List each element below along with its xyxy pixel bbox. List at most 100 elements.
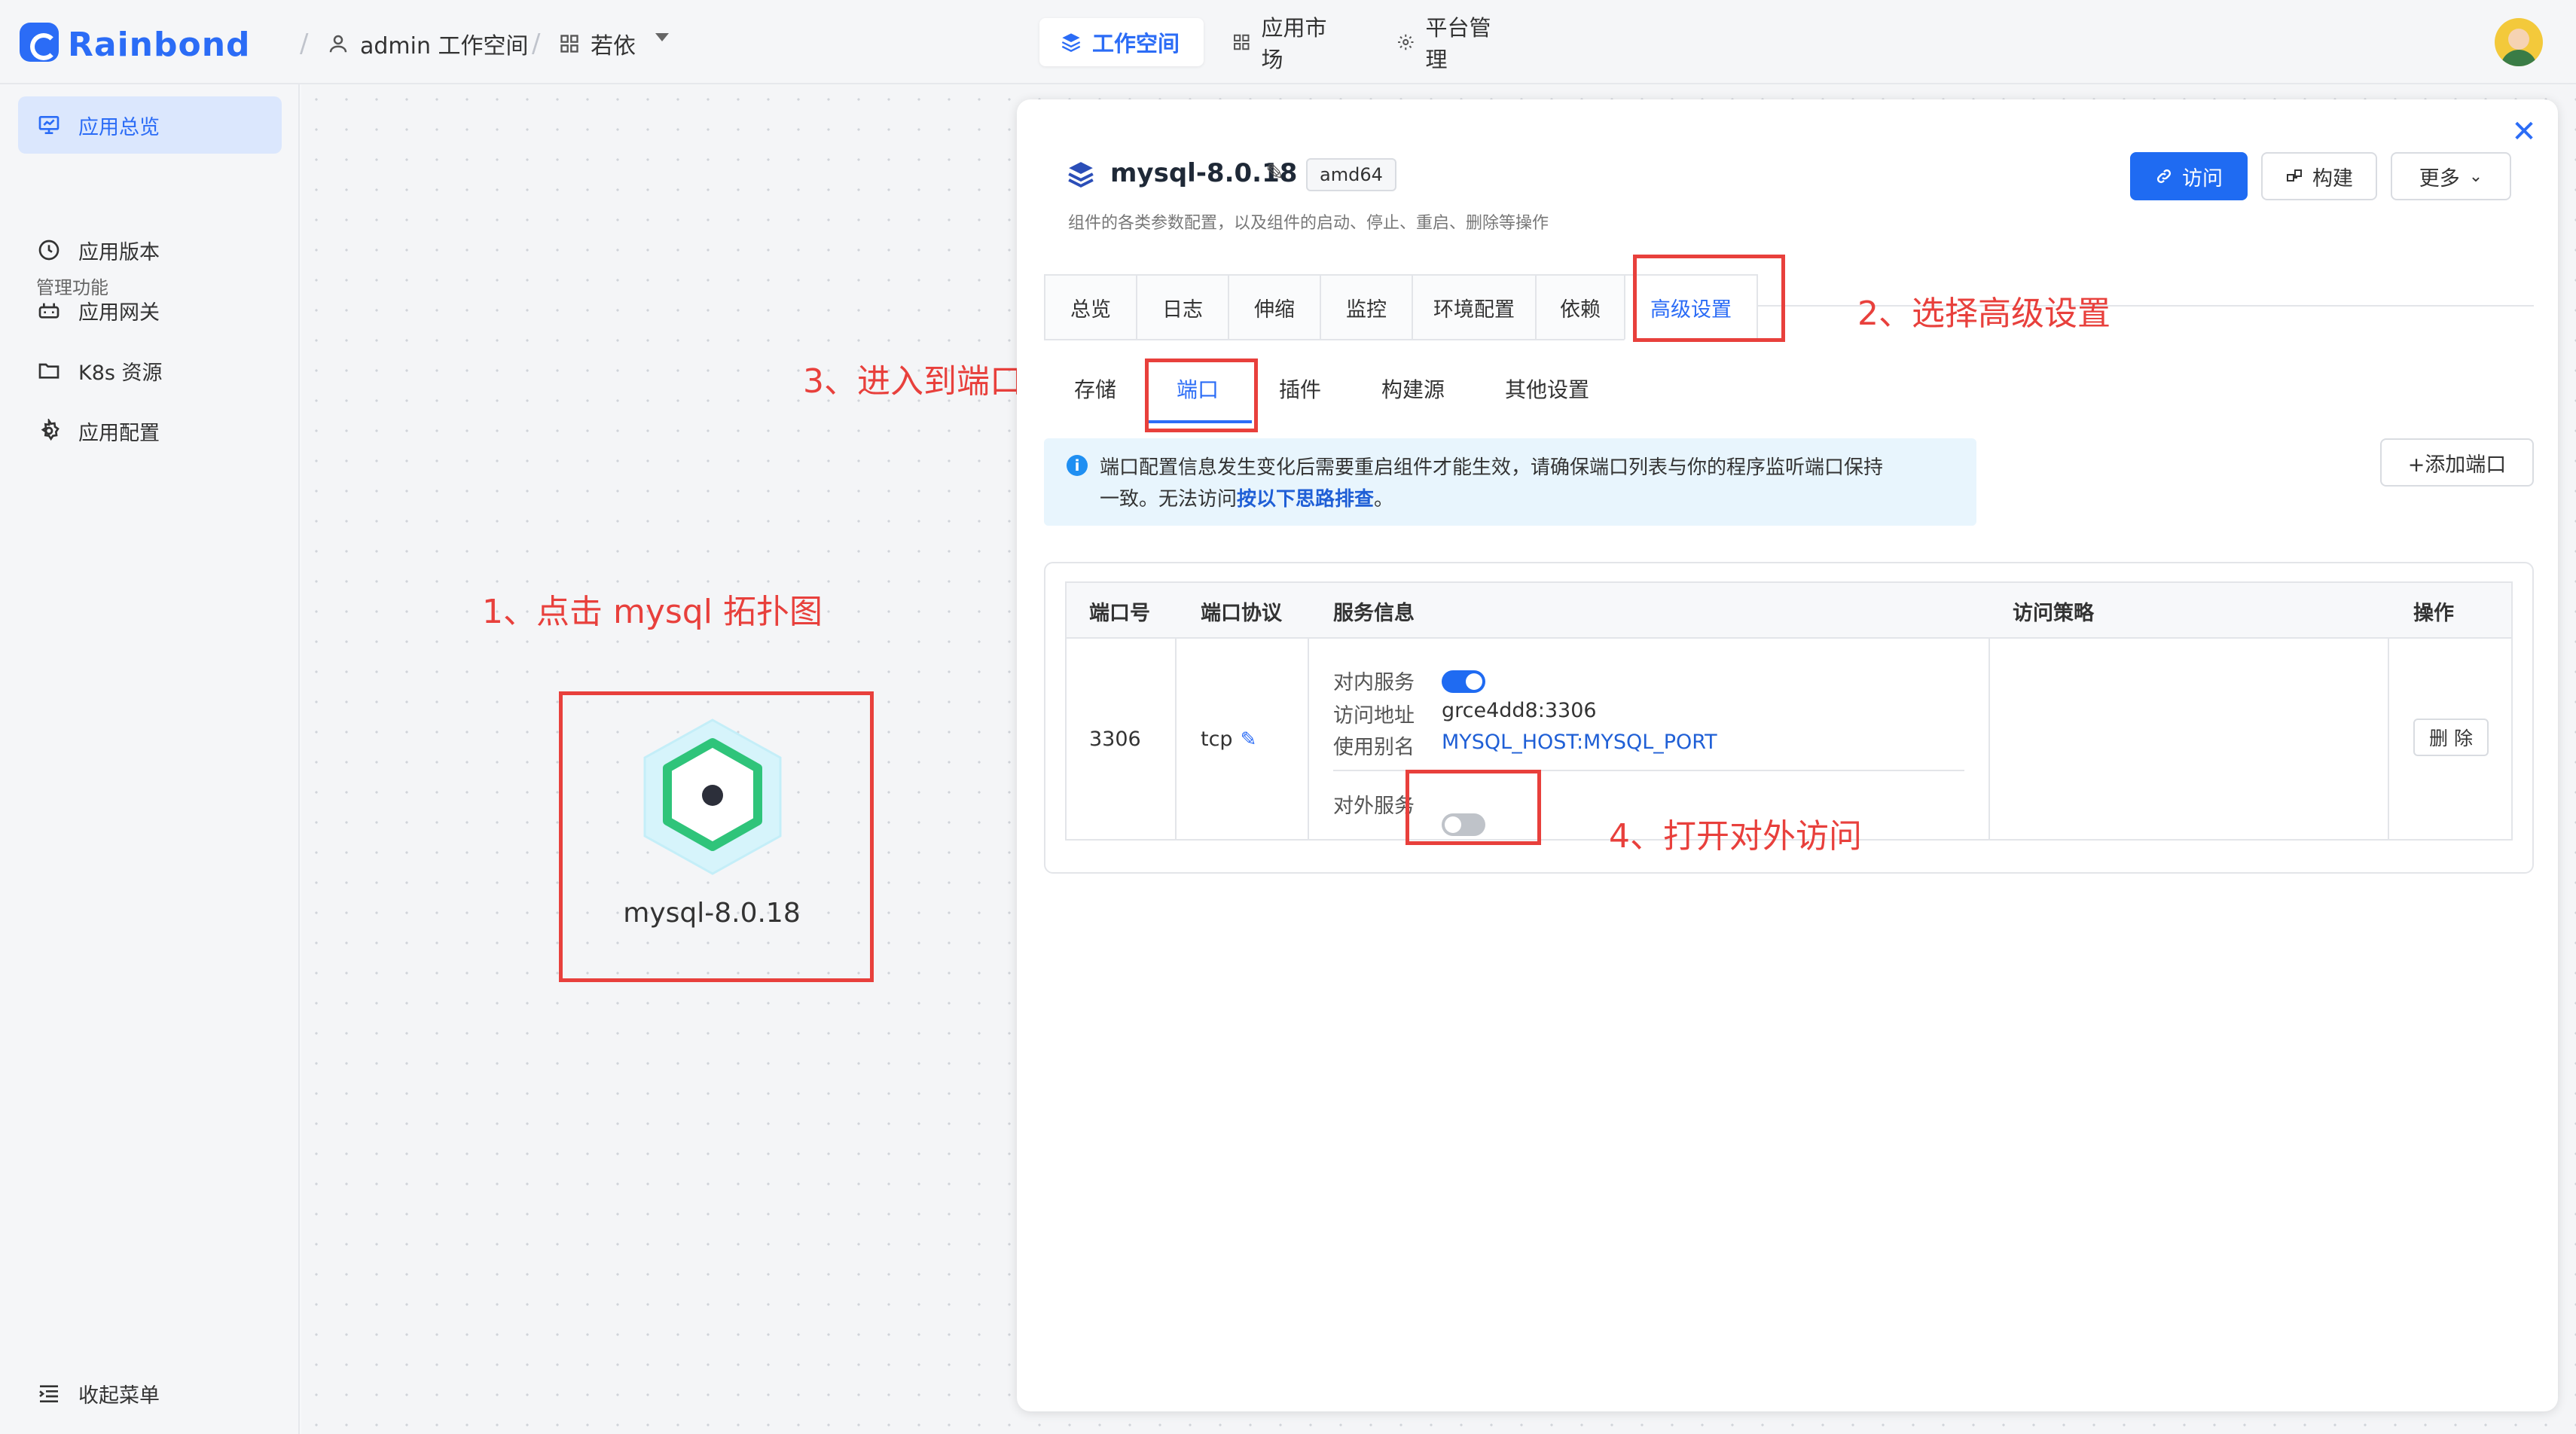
more-button-label: 更多	[2419, 166, 2460, 191]
port-number: 3306	[1089, 728, 1141, 751]
subtab-plugins[interactable]: 插件	[1279, 374, 1321, 404]
sidebar-item-label: 应用配置	[78, 421, 160, 445]
sidebar-item-versions[interactable]: 应用版本	[18, 221, 282, 279]
subtab-storage[interactable]: 存储	[1074, 374, 1116, 404]
sidebar-item-gateway[interactable]: 应用网关	[18, 282, 282, 339]
link-icon	[2156, 169, 2172, 184]
hexagon-node-icon	[643, 719, 782, 875]
sidebar-item-label: K8s 资源	[78, 361, 163, 385]
nav-workspace-label: 工作空间	[1092, 31, 1180, 56]
subtab-build-source[interactable]: 构建源	[1381, 374, 1445, 404]
col-header-port: 端口号	[1089, 602, 1150, 625]
tab-scaling[interactable]: 伸缩	[1228, 274, 1320, 340]
notice-end: 。	[1374, 488, 1394, 511]
visit-button[interactable]: 访问	[2130, 152, 2248, 200]
table-header-row	[1067, 583, 2511, 639]
close-icon[interactable]: ✕	[2505, 113, 2543, 151]
arch-badge: amd64	[1306, 158, 1396, 191]
tab-logs[interactable]: 日志	[1136, 274, 1228, 340]
sidebar-item-label: 应用网关	[78, 301, 160, 325]
address-label: 访问地址	[1333, 704, 1415, 728]
annotation-step1: 1、点击 mysql 拓扑图	[482, 593, 823, 631]
nav-app-market-label: 应用市场	[1261, 15, 1327, 72]
nav-platform-admin-label: 平台管理	[1425, 15, 1491, 72]
grid-icon	[1234, 34, 1250, 50]
layers-icon	[1068, 162, 1094, 188]
more-button[interactable]: 更多 ⌄	[2391, 152, 2511, 200]
sidebar-item-k8s[interactable]: K8s 资源	[18, 342, 282, 399]
protocol-value: tcp	[1201, 728, 1233, 751]
gear-icon	[41, 419, 60, 441]
tab-monitor[interactable]: 监控	[1320, 274, 1412, 340]
sidebar-item-label: 应用总览	[78, 115, 160, 139]
col-divider	[1988, 639, 1990, 839]
build-icon	[2287, 169, 2302, 182]
outer-service-label: 对外服务	[1333, 795, 1415, 818]
clock-icon	[38, 240, 60, 261]
sidebar-item-label: 应用版本	[78, 240, 160, 264]
highlight-box-advanced-tab	[1633, 255, 1785, 342]
edit-protocol-icon[interactable]: ✎	[1241, 728, 1257, 751]
highlight-box-ports-tab	[1145, 358, 1258, 432]
nav-workspace[interactable]: 工作空间	[1039, 18, 1204, 66]
annotation-step3: 3、进入到端口	[803, 362, 1023, 401]
edit-name-icon[interactable]: ✎	[1265, 160, 1284, 186]
top-bar: Rainbond / admin 工作空间 / 若依 工作空间 应用市场 平台管…	[0, 0, 2576, 84]
logo-text[interactable]: Rainbond	[68, 26, 251, 64]
delete-port-button[interactable]: 删 除	[2413, 719, 2489, 756]
add-port-button[interactable]: +添加端口	[2380, 438, 2534, 487]
monitor-icon	[38, 116, 60, 134]
notice-text2: 一致。无法访问	[1100, 488, 1238, 511]
team-name: 若依	[591, 33, 636, 59]
sidebar: 应用总览 管理功能 应用版本 应用网关 K8s 资源 应用配置 收起菜单	[0, 84, 300, 1434]
notice-text: 端口配置信息发生变化后需要重启组件才能生效，请确保端口列表与你的程序监听端口保持	[1100, 456, 1884, 479]
gateway-icon	[38, 303, 60, 319]
rainbond-logo-icon	[20, 23, 59, 62]
subtab-other-settings[interactable]: 其他设置	[1505, 374, 1589, 404]
alias-label: 使用别名	[1333, 736, 1415, 759]
component-icon	[1067, 160, 1095, 191]
annotation-step4: 4、打开对外访问	[1609, 817, 1862, 856]
menu-fold-icon	[39, 1385, 58, 1402]
info-icon: i	[1067, 455, 1088, 476]
nav-app-market[interactable]: 应用市场	[1211, 15, 1365, 72]
col-header-service-info: 服务信息	[1333, 602, 1415, 625]
troubleshoot-link[interactable]: 按以下思路排查	[1237, 484, 1374, 511]
component-subtitle: 组件的各类参数配置，以及组件的启动、停止、重启、删除等操作	[1068, 214, 1549, 233]
col-divider	[2388, 639, 2389, 839]
tab-env-config[interactable]: 环境配置	[1412, 274, 1535, 340]
breadcrumb-team[interactable]: 若依	[559, 27, 636, 60]
address-value: grce4dd8:3306	[1442, 699, 1597, 722]
gear-icon	[1398, 34, 1414, 50]
col-header-actions: 操作	[2413, 602, 2454, 625]
col-divider	[1308, 639, 1309, 839]
annotation-step2: 2、选择高级设置	[1857, 294, 2111, 333]
build-button[interactable]: 构建	[2261, 152, 2377, 200]
alias-link[interactable]: MYSQL_HOST:MYSQL_PORT	[1442, 731, 1717, 754]
col-header-access-policy: 访问策略	[2013, 602, 2094, 625]
build-button-label: 构建	[2312, 166, 2353, 191]
workspace-name: admin 工作空间	[360, 33, 529, 59]
collapse-menu-label: 收起菜单	[78, 1384, 160, 1408]
nav-platform-admin[interactable]: 平台管理	[1375, 15, 1529, 72]
topology-node-label: mysql-8.0.18	[623, 898, 801, 929]
sidebar-item-config[interactable]: 应用配置	[18, 402, 282, 459]
protocol-cell: tcp ✎	[1201, 728, 1256, 751]
sidebar-item-overview[interactable]: 应用总览	[18, 96, 282, 154]
avatar[interactable]	[2495, 18, 2543, 66]
inner-service-toggle[interactable]	[1442, 670, 1485, 693]
chevron-down-icon[interactable]	[655, 33, 669, 41]
tab-dependencies[interactable]: 依赖	[1535, 274, 1624, 340]
breadcrumb-workspace[interactable]: admin 工作空间	[327, 27, 529, 60]
grid-icon	[560, 35, 578, 53]
inner-service-label: 对内服务	[1333, 671, 1415, 694]
breadcrumb-separator: /	[300, 29, 309, 59]
topology-node-mysql[interactable]	[630, 714, 795, 880]
tab-overview[interactable]: 总览	[1044, 274, 1136, 340]
col-header-protocol: 端口协议	[1201, 602, 1282, 625]
folder-icon	[38, 363, 60, 379]
chevron-down-icon: ⌄	[2468, 166, 2483, 186]
collapse-menu-button[interactable]: 收起菜单	[18, 1365, 282, 1422]
visit-button-label: 访问	[2182, 166, 2223, 191]
notice-text-line2: 一致。无法访问 按以下思路排查 。	[1100, 484, 1393, 511]
